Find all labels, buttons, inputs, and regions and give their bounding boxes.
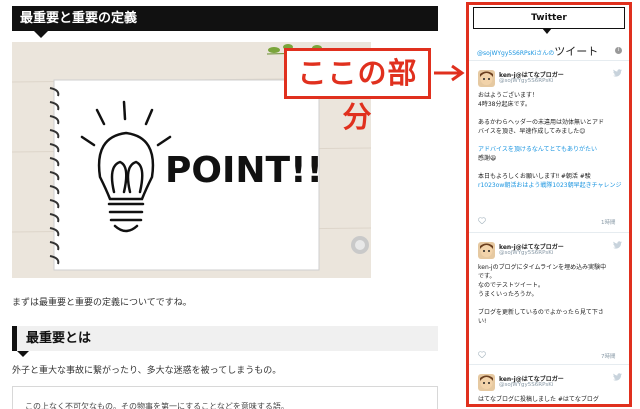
tweet-line bbox=[478, 136, 622, 145]
tweet-line: アドバイスを頂けるなんてとてもありがたい bbox=[478, 146, 598, 153]
info-icon[interactable]: i bbox=[615, 47, 622, 54]
tweet-line bbox=[478, 299, 606, 308]
timeline-handle-link[interactable]: @sojWYgy5S6RPsKiさんの bbox=[477, 50, 554, 57]
avatar[interactable] bbox=[478, 70, 495, 87]
section-heading: 最重要と重要の定義 bbox=[12, 6, 438, 38]
callout-arrow-icon bbox=[434, 64, 465, 82]
tweet-timestamp[interactable]: 7時間 bbox=[601, 352, 616, 360]
tweet-text: おはようございます！ 4時38分起床です。 あるかわらヘッダーの未違用は効体無い… bbox=[478, 91, 622, 190]
tweet-line: 感謝😆 bbox=[478, 155, 497, 162]
tweet-line bbox=[478, 163, 622, 172]
tweet[interactable]: ken-j@はてなブロガー @sojWYgy5S6RPsKi ken-jのブログ… bbox=[469, 233, 629, 365]
tweet-line: バイスを頂き、早速作成してみました😊 bbox=[478, 128, 586, 135]
tweet-line: うまくいったろうか。 bbox=[478, 291, 538, 298]
tweet[interactable]: ken-j@はてなブロガー @sojWYgy5S6RPsKi はてなブログに投稿… bbox=[469, 365, 629, 404]
tweet-line: 本日もよろしくお願いします‼ #朝活 #駿 bbox=[478, 173, 591, 180]
tweet-line bbox=[478, 109, 622, 118]
tweet-line: あるかわらヘッダーの未違用は効体無いとアド bbox=[478, 119, 605, 126]
tweet-line: おはようございます！ bbox=[478, 92, 539, 99]
tweet-line: い! bbox=[478, 318, 487, 325]
hero-point-text: POINT!! bbox=[165, 150, 323, 191]
tweet-line: はてなブログに投稿しました #はてなブログ bbox=[478, 396, 599, 403]
tweet-line: ken-jのブログにタイムラインを埋め込み実験中 bbox=[478, 264, 607, 271]
callout-label: ここの部分 bbox=[284, 48, 431, 134]
avatar[interactable] bbox=[478, 242, 495, 259]
intro-text: まずは最重要と重要の定義についてですね。 bbox=[12, 298, 192, 308]
tweet-timestamp[interactable]: 1時間 bbox=[601, 218, 616, 226]
heart-icon[interactable] bbox=[478, 217, 486, 224]
tweet-text: ken-jのブログにタイムラインを埋め込み実験中 です。 なのでテストツイート。… bbox=[478, 263, 606, 326]
author-handle[interactable]: @sojWYgy5S6RPsKi bbox=[499, 250, 553, 256]
timeline-title-suffix: ツイート bbox=[554, 45, 599, 58]
tweet-line: 4時38分起床です。 bbox=[478, 101, 531, 108]
twitter-bird-icon[interactable] bbox=[613, 69, 622, 77]
author-handle[interactable]: @sojWYgy5S6RPsKi bbox=[499, 78, 553, 84]
widget-header: Twitter bbox=[473, 7, 625, 34]
twitter-widget: Twitter @sojWYgy5S6RPsKiさんのツイート i ken-j@… bbox=[466, 2, 632, 407]
definition-text: この上なく不可欠なもの。その物事を第一にすることなどを意味する語。 bbox=[25, 402, 289, 409]
avatar[interactable] bbox=[478, 374, 495, 391]
tweet-line: なのでテストツイート。 bbox=[478, 282, 544, 289]
tweet[interactable]: ken-j@はてなブロガー @sojWYgy5S6RPsKi おはようございます… bbox=[469, 61, 629, 233]
body-paragraph: 外子と重大な事故に繋がったり、多大な迷惑を被ってしまうもの。 bbox=[12, 366, 282, 376]
subheading: 最重要とは bbox=[12, 326, 438, 357]
definition-box: この上なく不可欠なもの。その物事を第一にすることなどを意味する語。 bbox=[12, 386, 438, 409]
heart-icon[interactable] bbox=[478, 351, 486, 358]
hashtag-link[interactable]: r1023ow朝活おはよう戦隊1023朝早起きチャレンジ bbox=[478, 181, 622, 190]
tweet-text: はてなブログに投稿しました #はてなブログ bbox=[478, 395, 599, 404]
twitter-bird-icon[interactable] bbox=[613, 373, 622, 381]
tweet-line: ブログを更新しているのでよかったら見て下さ bbox=[478, 309, 604, 316]
twitter-bird-icon[interactable] bbox=[613, 241, 622, 249]
author-handle[interactable]: @sojWYgy5S6RPsKi bbox=[499, 382, 553, 388]
tweet-line: です。 bbox=[478, 273, 496, 280]
timeline-title: @sojWYgy5S6RPsKiさんのツイート bbox=[477, 43, 598, 59]
